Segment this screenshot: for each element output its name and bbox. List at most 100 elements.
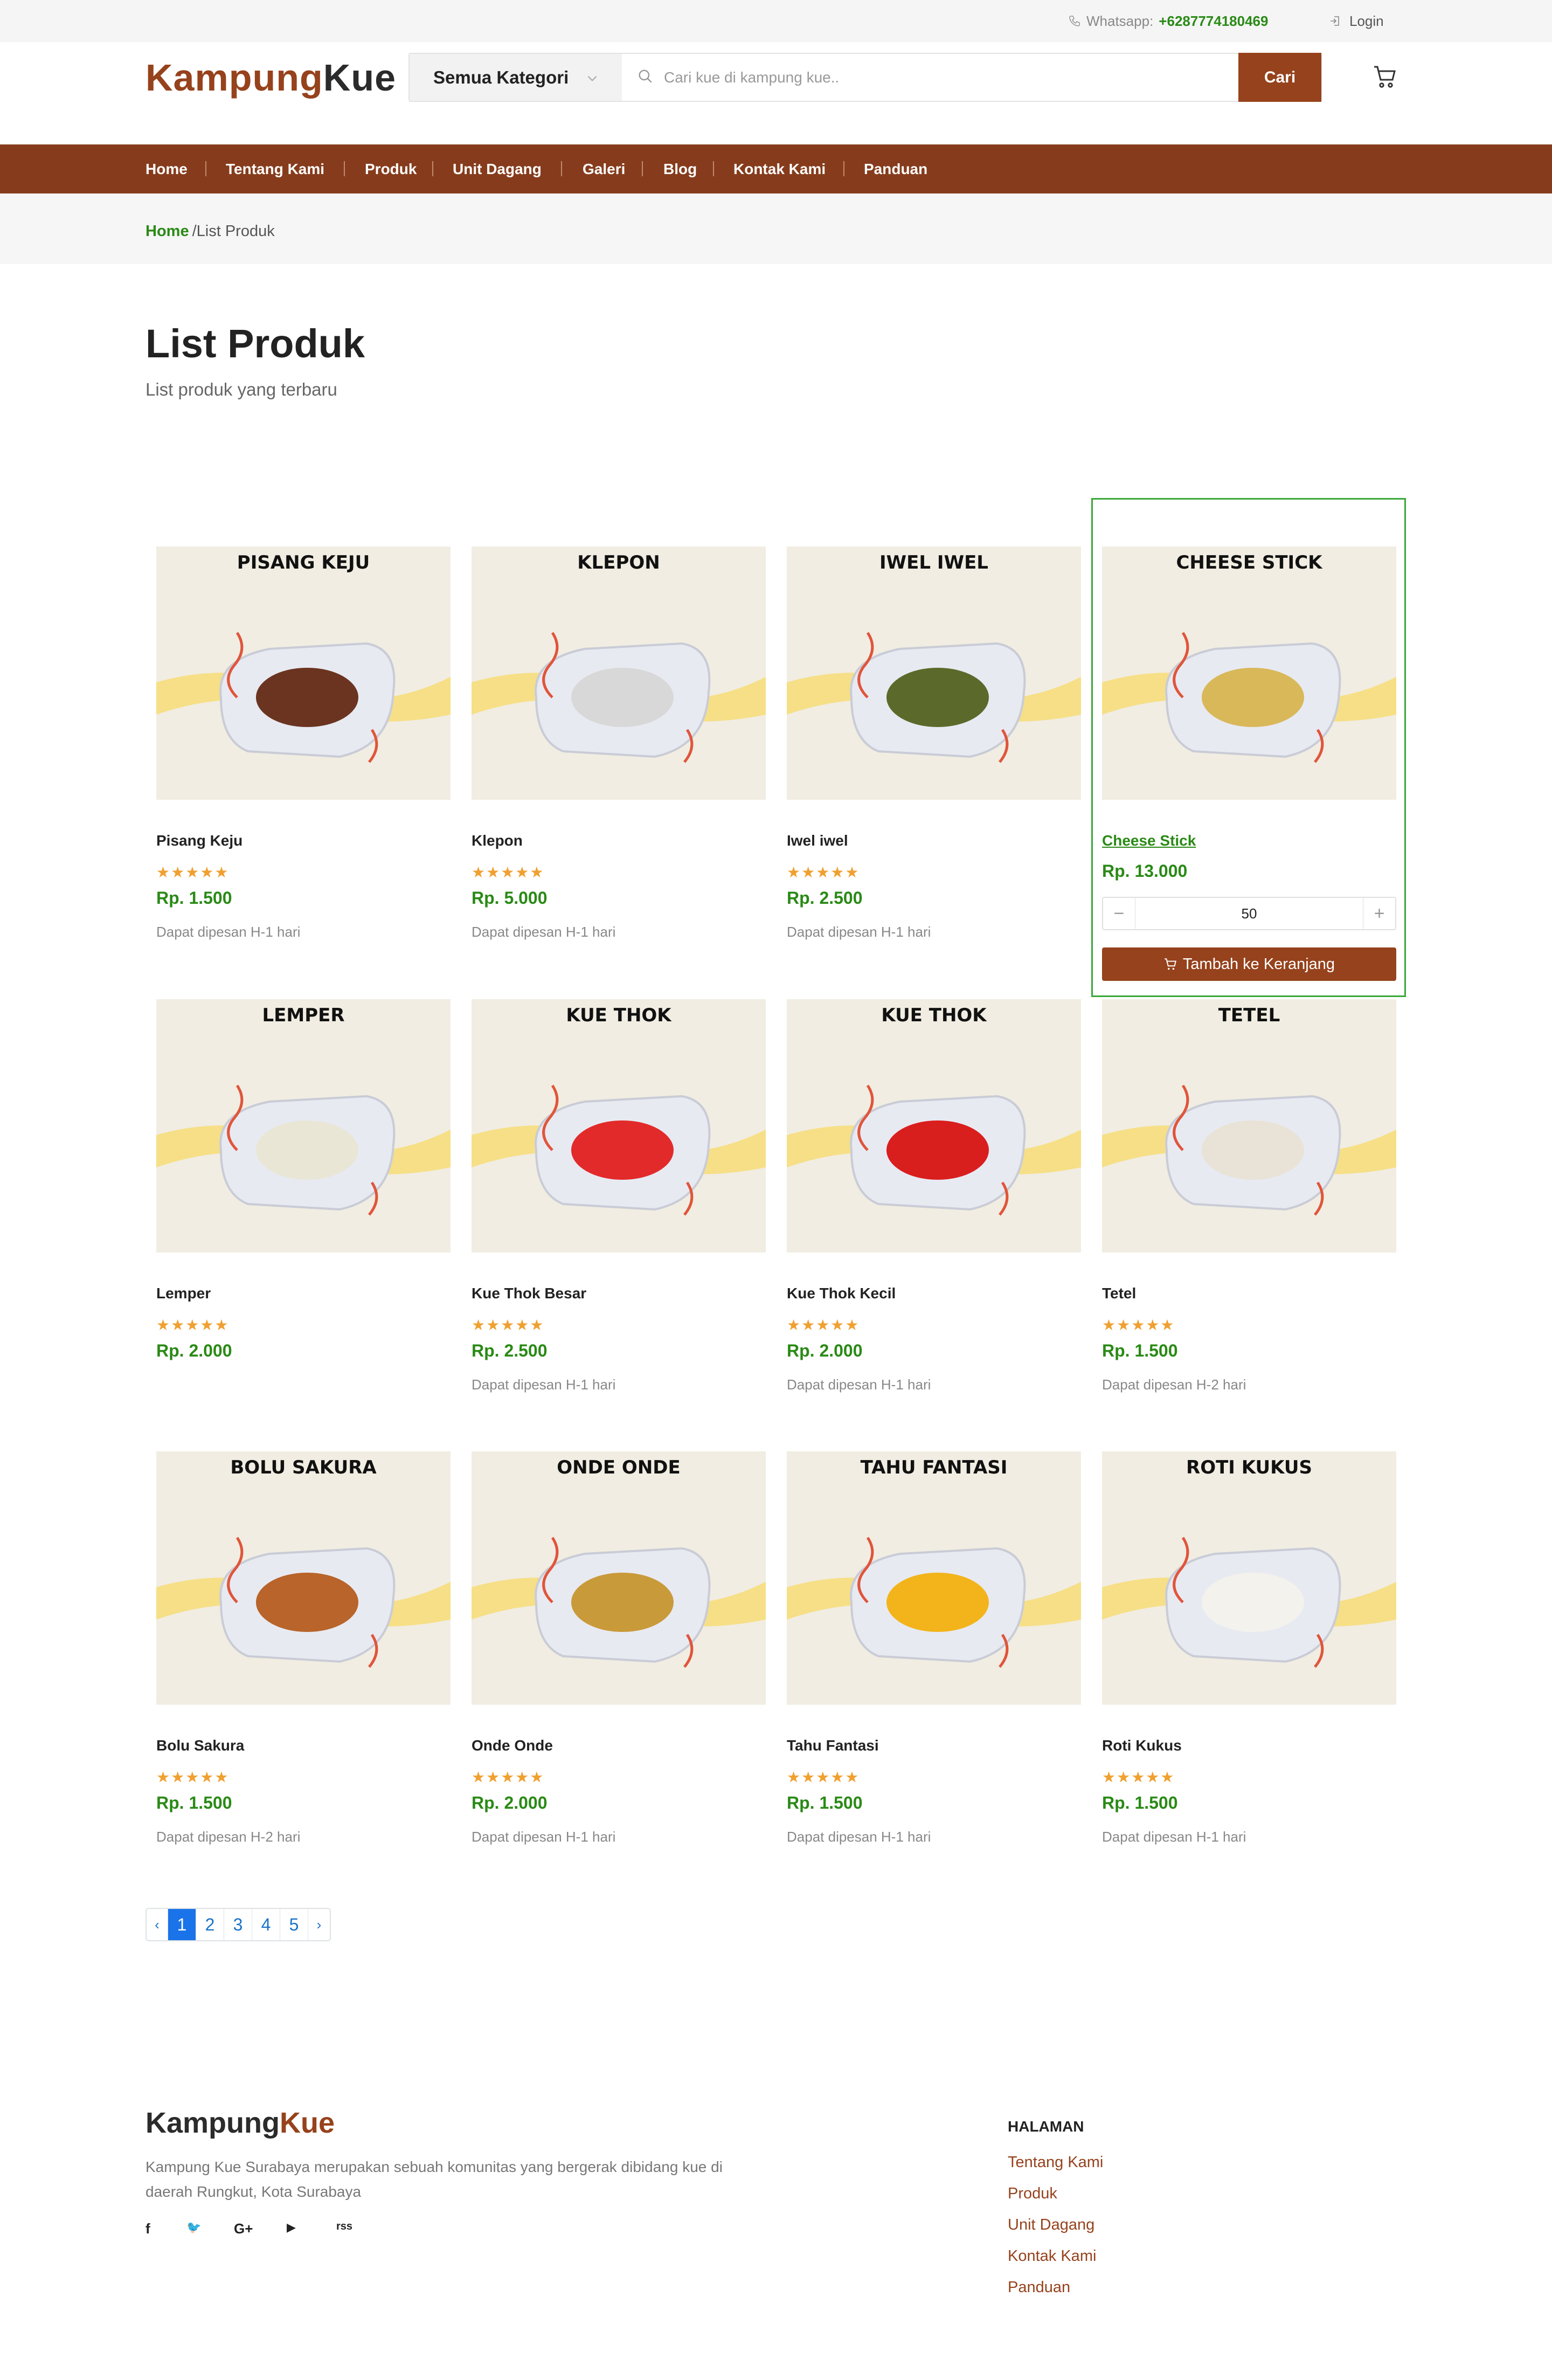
- footer-link-panduan[interactable]: Panduan: [1008, 2279, 1070, 2296]
- youtube-icon[interactable]: ▶: [287, 2220, 296, 2234]
- product-image[interactable]: TAHU FANTASI: [787, 1451, 1081, 1705]
- product-image[interactable]: LEMPER: [156, 999, 451, 1253]
- cart-icon[interactable]: [1372, 64, 1398, 89]
- pagination-prev[interactable]: ‹: [147, 1909, 168, 1940]
- page-title: List Produk: [146, 321, 365, 366]
- product-rating: ★★★★★: [472, 864, 545, 881]
- product-image-label: CHEESE STICK: [1176, 552, 1322, 573]
- pagination-page-3[interactable]: 3: [224, 1909, 252, 1940]
- product-rating: ★★★★★: [787, 1317, 860, 1333]
- logo-part-kue: Kue: [323, 57, 397, 99]
- pagination-page-2[interactable]: 2: [196, 1909, 224, 1940]
- quantity-plus-button[interactable]: +: [1363, 898, 1395, 929]
- product-name[interactable]: Tahu Fantasi: [787, 1737, 879, 1754]
- breadcrumb-home[interactable]: Home: [146, 223, 189, 240]
- nav-item-unit-dagang[interactable]: Unit Dagang: [453, 144, 542, 193]
- footer-halaman-heading: HALAMAN: [1008, 2118, 1084, 2135]
- nav-divider: [561, 161, 562, 176]
- product-image[interactable]: KUE THOK: [472, 999, 766, 1253]
- whatsapp-label: Whatsapp:: [1086, 12, 1154, 29]
- login-link[interactable]: Login: [1329, 13, 1384, 29]
- search-button[interactable]: Cari: [1238, 53, 1321, 102]
- footer-logo-kue: Kue: [280, 2107, 335, 2139]
- nav-item-tentang-kami[interactable]: Tentang Kami: [226, 144, 324, 193]
- chevron-down-icon: [587, 75, 597, 81]
- product-price: Rp. 2.500: [787, 888, 863, 908]
- product-price: Rp. 1.500: [156, 888, 232, 908]
- product-name[interactable]: Pisang Keju: [156, 832, 242, 849]
- footer-link-tentang-kami[interactable]: Tentang Kami: [1008, 2154, 1103, 2171]
- footer-link-kontak-kami[interactable]: Kontak Kami: [1008, 2247, 1096, 2265]
- product-image-label: TAHU FANTASI: [860, 1457, 1008, 1478]
- product-image[interactable]: KUE THOK: [787, 999, 1081, 1253]
- product-image-label: BOLU SAKURA: [230, 1457, 377, 1478]
- footer-description: Kampung Kue Surabaya merupakan sebuah ko…: [146, 2158, 723, 2200]
- product-image-label: PISANG KEJU: [237, 552, 370, 573]
- pagination-page-1[interactable]: 1: [168, 1909, 196, 1940]
- product-image[interactable]: CHEESE STICK: [1102, 546, 1396, 800]
- main-nav: Home Tentang Kami Produk Unit Dagang Gal…: [0, 144, 1552, 193]
- footer-link-unit-dagang[interactable]: Unit Dagang: [1008, 2216, 1094, 2234]
- google-plus-icon[interactable]: G+: [234, 2220, 253, 2237]
- product-name[interactable]: Lemper: [156, 1285, 211, 1302]
- logo-part-kampung: Kampung: [146, 57, 323, 99]
- site-logo[interactable]: KampungKue: [146, 56, 396, 99]
- product-order-note: Dapat dipesan H-1 hari: [787, 1829, 931, 1845]
- product-order-note: Dapat dipesan H-1 hari: [787, 1376, 931, 1393]
- footer-link-produk[interactable]: Produk: [1008, 2185, 1057, 2203]
- nav-item-panduan[interactable]: Panduan: [864, 144, 927, 193]
- nav-item-produk[interactable]: Produk: [365, 144, 417, 193]
- breadcrumb: Home /List Produk: [146, 223, 275, 240]
- product-image[interactable]: IWEL IWEL: [787, 546, 1081, 800]
- add-to-cart-button[interactable]: Tambah ke Keranjang: [1102, 947, 1396, 981]
- category-select[interactable]: Semua Kategori: [410, 54, 622, 101]
- product-name[interactable]: Kue Thok Kecil: [787, 1285, 896, 1302]
- nav-item-kontak-kami[interactable]: Kontak Kami: [733, 144, 826, 193]
- login-label[interactable]: Login: [1349, 13, 1384, 30]
- pagination-page-5[interactable]: 5: [280, 1909, 308, 1940]
- product-image[interactable]: ONDE ONDE: [472, 1451, 766, 1705]
- cart-icon: [1165, 958, 1176, 970]
- product-image[interactable]: ROTI KUKUS: [1102, 1451, 1396, 1705]
- quantity-value[interactable]: 50: [1242, 905, 1257, 922]
- quantity-minus-button[interactable]: −: [1103, 898, 1135, 929]
- product-name[interactable]: Roti Kukus: [1102, 1737, 1182, 1754]
- nav-item-galeri[interactable]: Galeri: [583, 144, 625, 193]
- pagination-page-4[interactable]: 4: [252, 1909, 280, 1940]
- footer-logo[interactable]: KampungKue: [146, 2106, 335, 2140]
- product-name[interactable]: Tetel: [1102, 1285, 1136, 1302]
- product-image[interactable]: KLEPON: [472, 546, 766, 800]
- product-image[interactable]: PISANG KEJU: [156, 546, 451, 800]
- top-bar: Whatsapp: +6287774180469 Login: [0, 0, 1552, 42]
- product-rating: ★★★★★: [1102, 1317, 1175, 1333]
- product-name[interactable]: Bolu Sakura: [156, 1737, 244, 1754]
- nav-item-blog[interactable]: Blog: [663, 144, 697, 193]
- twitter-icon[interactable]: 🐦: [186, 2220, 201, 2234]
- breadcrumb-current: /List Produk: [192, 223, 275, 240]
- product-image[interactable]: BOLU SAKURA: [156, 1451, 451, 1705]
- nav-divider: [843, 161, 844, 176]
- nav-item-home[interactable]: Home: [146, 144, 188, 193]
- product-rating: ★★★★★: [472, 1769, 545, 1786]
- product-name[interactable]: Klepon: [472, 832, 523, 849]
- product-image-label: KUE THOK: [881, 1005, 987, 1026]
- product-image-label: KLEPON: [577, 552, 660, 573]
- product-name[interactable]: Onde Onde: [472, 1737, 553, 1754]
- product-name[interactable]: Iwel iwel: [787, 832, 848, 849]
- whatsapp-contact[interactable]: Whatsapp: +6287774180469: [1068, 13, 1268, 29]
- product-rating: ★★★★★: [787, 1769, 860, 1786]
- pagination-next[interactable]: ›: [308, 1909, 330, 1940]
- whatsapp-number[interactable]: +6287774180469: [1159, 13, 1268, 30]
- product-name[interactable]: Kue Thok Besar: [472, 1285, 586, 1302]
- product-rating: ★★★★★: [156, 864, 230, 881]
- add-to-cart-label: Tambah ke Keranjang: [1182, 955, 1335, 973]
- quantity-stepper[interactable]: − 50 +: [1102, 897, 1396, 930]
- footer-logo-kampung: Kampung: [146, 2107, 280, 2139]
- product-name[interactable]: Cheese Stick: [1102, 832, 1196, 849]
- facebook-icon[interactable]: f: [146, 2220, 150, 2237]
- product-image[interactable]: TETEL: [1102, 999, 1396, 1253]
- product-price: Rp. 2.000: [472, 1793, 548, 1812]
- rss-icon[interactable]: rss: [336, 2220, 352, 2233]
- search-input[interactable]: [664, 54, 1106, 101]
- product-rating: ★★★★★: [787, 864, 860, 881]
